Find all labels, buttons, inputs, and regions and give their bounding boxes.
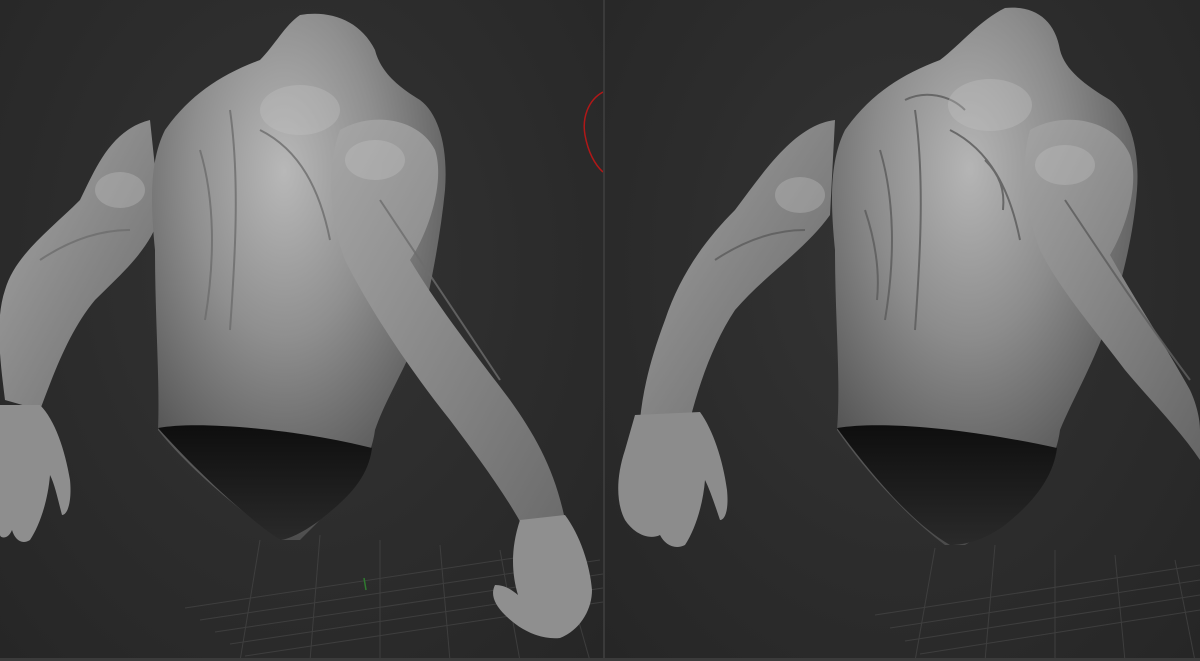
left-viewport-canvas[interactable] — [0, 0, 603, 661]
sculpt-cut-base — [837, 425, 1057, 545]
sculpt-left-hand[interactable] — [618, 412, 728, 547]
grid-axis-marker — [363, 577, 367, 591]
right-3d-viewport[interactable] — [605, 0, 1200, 661]
sculpt-right-hand[interactable] — [493, 515, 592, 639]
rotation-arc-icon[interactable] — [583, 91, 603, 173]
right-viewport-canvas[interactable] — [605, 0, 1200, 661]
floor-grid — [874, 544, 1200, 661]
sculpt-cut-base — [158, 425, 372, 540]
sculpt-left-hand[interactable] — [0, 405, 71, 542]
sculpt-left-arm[interactable] — [640, 120, 835, 420]
left-3d-viewport[interactable] — [0, 0, 603, 661]
sculpting-app-window — [0, 0, 1200, 661]
sculpt-left-arm[interactable] — [0, 120, 160, 410]
